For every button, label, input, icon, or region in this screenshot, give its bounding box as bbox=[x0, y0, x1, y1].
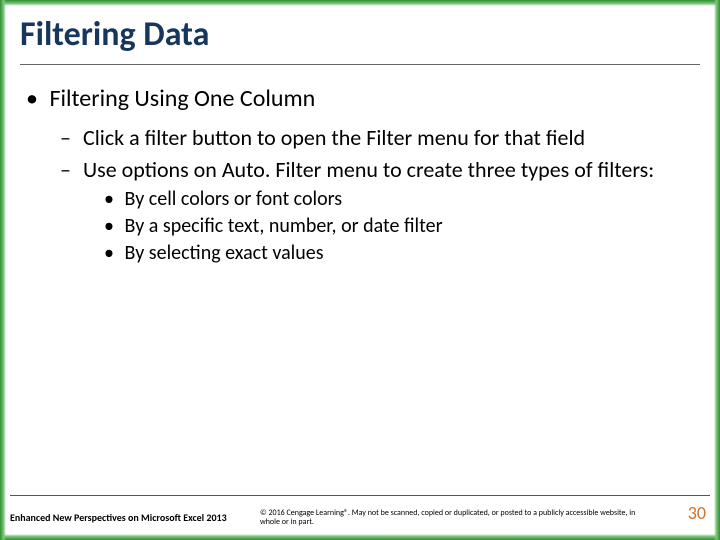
footer-divider bbox=[10, 495, 710, 496]
slide-border-left bbox=[0, 0, 6, 540]
body-content: • Filtering Using One Column – Click a f… bbox=[20, 78, 700, 268]
slide-border-bottom bbox=[0, 534, 720, 540]
bullet-level3: • By cell colors or font colors bbox=[104, 187, 700, 212]
title-divider bbox=[20, 64, 700, 65]
bullet-level2: – Use options on Auto. Filter menu to cr… bbox=[60, 156, 700, 184]
bullet-level3-text: By cell colors or font colors bbox=[125, 187, 685, 212]
bullet-level2: – Click a filter button to open the Filt… bbox=[60, 124, 700, 152]
bullet-dash-icon: – bbox=[60, 124, 78, 152]
bullet-dash-icon: – bbox=[60, 156, 78, 184]
bullet-level3-text: By selecting exact values bbox=[125, 241, 685, 266]
bullet-dot-icon: • bbox=[104, 187, 120, 212]
footer-copyright: © 2016 Cengage Learning®. May not be sca… bbox=[260, 509, 640, 528]
bullet-level3: • By selecting exact values bbox=[104, 241, 700, 266]
bullet-level2-text: Click a filter button to open the Filter… bbox=[83, 124, 683, 152]
bullet-level3-text: By a specific text, number, or date filt… bbox=[125, 214, 685, 239]
bullet-dot-icon: • bbox=[104, 241, 120, 266]
bullet-level1: • Filtering Using One Column bbox=[26, 84, 700, 114]
footer-left-text: Enhanced New Perspectives on Microsoft E… bbox=[10, 511, 250, 524]
slide-border-top bbox=[0, 0, 720, 6]
bullet-dot-icon: • bbox=[104, 214, 120, 239]
bullet-dot-icon: • bbox=[26, 84, 44, 114]
bullet-level3: • By a specific text, number, or date fi… bbox=[104, 214, 700, 239]
slide-border-right bbox=[714, 0, 720, 540]
bullet-level2-text: Use options on Auto. Filter menu to crea… bbox=[83, 156, 683, 184]
bullet-level1-text: Filtering Using One Column bbox=[49, 84, 689, 114]
page-number: 30 bbox=[688, 502, 706, 524]
slide-title: Filtering Data bbox=[20, 14, 209, 55]
